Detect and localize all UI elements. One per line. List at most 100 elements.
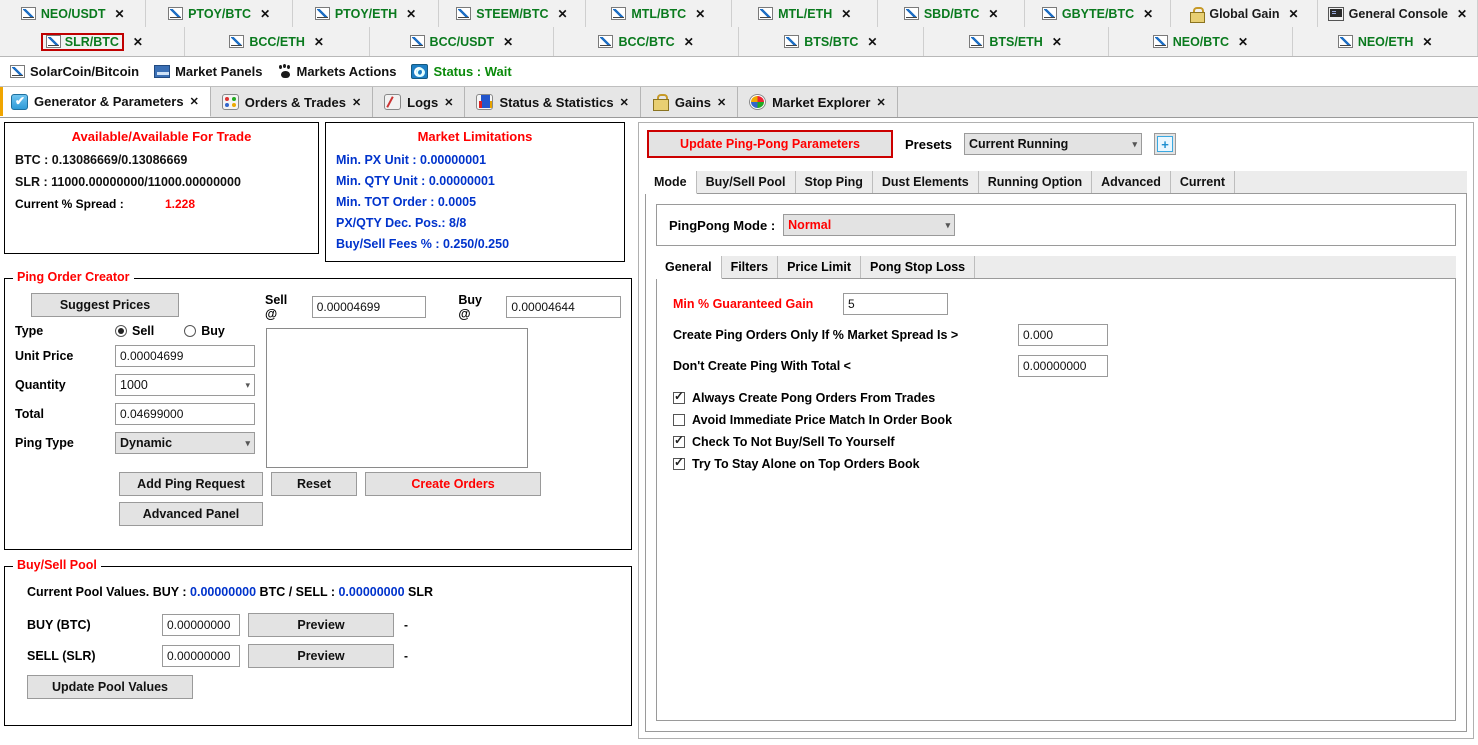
market-tab-close-icon[interactable]: ✕ — [695, 7, 705, 21]
add-preset-button[interactable]: + — [1153, 133, 1176, 155]
main-tab-orders-trades[interactable]: Orders & Trades ✕ — [210, 87, 374, 117]
market-tab-sbd-btc[interactable]: SBD/BTC ✕ — [878, 0, 1025, 27]
pool-sell-input[interactable]: 0.00000000 — [162, 645, 240, 667]
market-tab-steem-btc[interactable]: STEEM/BTC ✕ — [439, 0, 586, 27]
main-tab-logs[interactable]: Logs ✕ — [373, 87, 466, 117]
update-pool-values-button[interactable]: Update Pool Values — [27, 675, 193, 699]
checkbox-icon[interactable] — [673, 414, 685, 426]
market-tab-slr-btc[interactable]: SLR/BTC ✕ — [0, 27, 185, 56]
market-tab-close-icon[interactable]: ✕ — [988, 7, 998, 21]
market-tab-bts-btc[interactable]: BTS/BTC ✕ — [739, 27, 924, 56]
add-ping-request-button[interactable]: Add Ping Request — [119, 472, 263, 496]
ping-pong-tab-current[interactable]: Current — [1170, 171, 1236, 193]
advanced-panel-button[interactable]: Advanced Panel — [119, 502, 263, 526]
main-tab-close-icon[interactable]: ✕ — [352, 96, 361, 109]
ping-type-select[interactable]: Dynamic ▾ — [115, 432, 255, 454]
market-tab-close-icon[interactable]: ✕ — [1143, 7, 1153, 21]
presets-select[interactable]: Current Running ▾ — [963, 133, 1142, 155]
total-input[interactable]: 0.04699000 — [115, 403, 255, 425]
market-tab-bcc-btc[interactable]: BCC/BTC ✕ — [554, 27, 739, 56]
main-tab-filler — [897, 87, 1478, 117]
main-tab-generator-parameters[interactable]: Generator & Parameters ✕ — [0, 87, 211, 117]
mode-sub-tab-price-limit[interactable]: Price Limit — [778, 256, 861, 278]
ping-pong-tab-buy-sell-pool[interactable]: Buy/Sell Pool — [696, 171, 796, 193]
ping-pong-tab-running-option[interactable]: Running Option — [978, 171, 1093, 193]
toolbar-status[interactable]: Status : Wait — [407, 64, 515, 79]
market-tab-mtl-eth[interactable]: MTL/ETH ✕ — [732, 0, 879, 27]
market-tab-neo-eth[interactable]: NEO/ETH ✕ — [1293, 27, 1478, 56]
market-tab-close-icon[interactable]: ✕ — [867, 35, 877, 49]
market-tab-ptoy-eth[interactable]: PTOY/ETH ✕ — [292, 0, 440, 27]
mode-sub-tab-pong-stop-loss[interactable]: Pong Stop Loss — [861, 256, 976, 278]
checkbox-row[interactable]: Check To Not Buy/Sell To Yourself — [673, 433, 1439, 449]
market-tab-close-icon[interactable]: ✕ — [114, 7, 124, 21]
pool-sell-preview-button[interactable]: Preview — [248, 644, 394, 668]
dont-create-input[interactable]: 0.00000000 — [1018, 355, 1108, 377]
market-tab-bcc-usdt[interactable]: BCC/USDT ✕ — [369, 27, 555, 56]
main-tab-close-icon[interactable]: ✕ — [190, 95, 199, 108]
market-tab-close-icon[interactable]: ✕ — [1052, 35, 1062, 49]
main-tab-close-icon[interactable]: ✕ — [444, 96, 453, 109]
toolbar-market-panels[interactable]: Market Panels — [150, 64, 266, 79]
checkbox-row[interactable]: Avoid Immediate Price Match In Order Boo… — [673, 413, 1439, 427]
market-tab-bts-eth[interactable]: BTS/ETH ✕ — [923, 27, 1109, 56]
type-buy-radio[interactable]: Buy — [184, 324, 225, 338]
ping-pong-tab-advanced[interactable]: Advanced — [1092, 171, 1171, 193]
ping-pong-tab-dust-elements[interactable]: Dust Elements — [872, 171, 979, 193]
checkbox-row[interactable]: Always Create Pong Orders From Trades — [673, 389, 1439, 405]
buy-at-input[interactable]: 0.00004644 — [506, 296, 621, 318]
market-tab-neo-usdt[interactable]: NEO/USDT ✕ — [0, 0, 147, 27]
reset-button[interactable]: Reset — [271, 472, 357, 496]
quantity-select[interactable]: 1000 ▾ — [115, 374, 255, 396]
chart-icon — [314, 7, 330, 20]
main-tab-market-explorer[interactable]: Market Explorer ✕ — [738, 87, 898, 117]
market-tab-close-icon[interactable]: ✕ — [260, 7, 270, 21]
pool-buy-input[interactable]: 0.00000000 — [162, 614, 240, 636]
market-tab-close-icon[interactable]: ✕ — [133, 35, 143, 49]
create-orders-button[interactable]: Create Orders — [365, 472, 541, 496]
market-tab-general-console[interactable]: General Console ✕ — [1317, 0, 1478, 27]
min-gain-input[interactable]: 5 — [843, 293, 948, 315]
market-tab-close-icon[interactable]: ✕ — [314, 35, 324, 49]
market-tab-close-icon[interactable]: ✕ — [1457, 7, 1467, 21]
checkbox-icon[interactable] — [673, 433, 685, 448]
main-tab-status-statistics[interactable]: Status & Statistics ✕ — [465, 87, 641, 117]
market-tab-ptoy-btc[interactable]: PTOY/BTC ✕ — [146, 0, 293, 27]
sell-at-input[interactable]: 0.00004699 — [311, 296, 427, 318]
toolbar-markets-actions[interactable]: Markets Actions — [274, 64, 401, 79]
market-tab-bcc-eth[interactable]: BCC/ETH ✕ — [184, 27, 370, 56]
mode-sub-tab-filters[interactable]: Filters — [721, 256, 779, 278]
market-tab-close-icon[interactable]: ✕ — [1238, 35, 1248, 49]
market-tab-close-icon[interactable]: ✕ — [1289, 7, 1299, 21]
pool-buy-preview-button[interactable]: Preview — [248, 613, 394, 637]
ping-request-list[interactable] — [266, 328, 528, 468]
main-tab-close-icon[interactable]: ✕ — [876, 96, 885, 109]
suggest-prices-button[interactable]: Suggest Prices — [31, 293, 179, 317]
market-tab-label: STEEM/BTC — [476, 6, 549, 21]
market-tab-close-icon[interactable]: ✕ — [406, 7, 416, 21]
update-ping-pong-parameters-button[interactable]: Update Ping-Pong Parameters — [647, 130, 893, 158]
market-tab-close-icon[interactable]: ✕ — [1422, 35, 1432, 49]
pingpong-mode-select[interactable]: Normal ▾ — [783, 214, 956, 236]
market-tab-neo-btc[interactable]: NEO/BTC ✕ — [1108, 27, 1294, 56]
main-tab-close-icon[interactable]: ✕ — [717, 96, 726, 109]
mode-sub-tab-general[interactable]: General — [656, 256, 722, 279]
market-tab-gbyte-btc[interactable]: GBYTE/BTC ✕ — [1024, 0, 1172, 27]
market-tab-close-icon[interactable]: ✕ — [684, 35, 694, 49]
checkbox-row[interactable]: Try To Stay Alone on Top Orders Book — [673, 455, 1439, 471]
market-tab-global-gain[interactable]: Global Gain ✕ — [1171, 0, 1318, 27]
unit-price-input[interactable]: 0.00004699 — [115, 345, 255, 367]
main-tab-close-icon[interactable]: ✕ — [620, 96, 629, 109]
market-tab-mtl-btc[interactable]: MTL/BTC ✕ — [585, 0, 733, 27]
market-tab-close-icon[interactable]: ✕ — [503, 35, 513, 49]
market-tab-close-icon[interactable]: ✕ — [558, 7, 568, 21]
toolbar-market-name[interactable]: SolarCoin/Bitcoin — [6, 64, 143, 79]
ping-pong-tab-stop-ping[interactable]: Stop Ping — [795, 171, 873, 193]
ping-pong-tab-mode[interactable]: Mode — [645, 171, 697, 194]
type-sell-radio[interactable]: Sell — [115, 324, 154, 338]
market-tab-close-icon[interactable]: ✕ — [841, 7, 851, 21]
market-spread-input[interactable]: 0.000 — [1018, 324, 1108, 346]
checkbox-icon[interactable] — [673, 389, 685, 404]
main-tab-gains[interactable]: Gains ✕ — [640, 87, 739, 117]
checkbox-icon[interactable] — [673, 455, 685, 470]
